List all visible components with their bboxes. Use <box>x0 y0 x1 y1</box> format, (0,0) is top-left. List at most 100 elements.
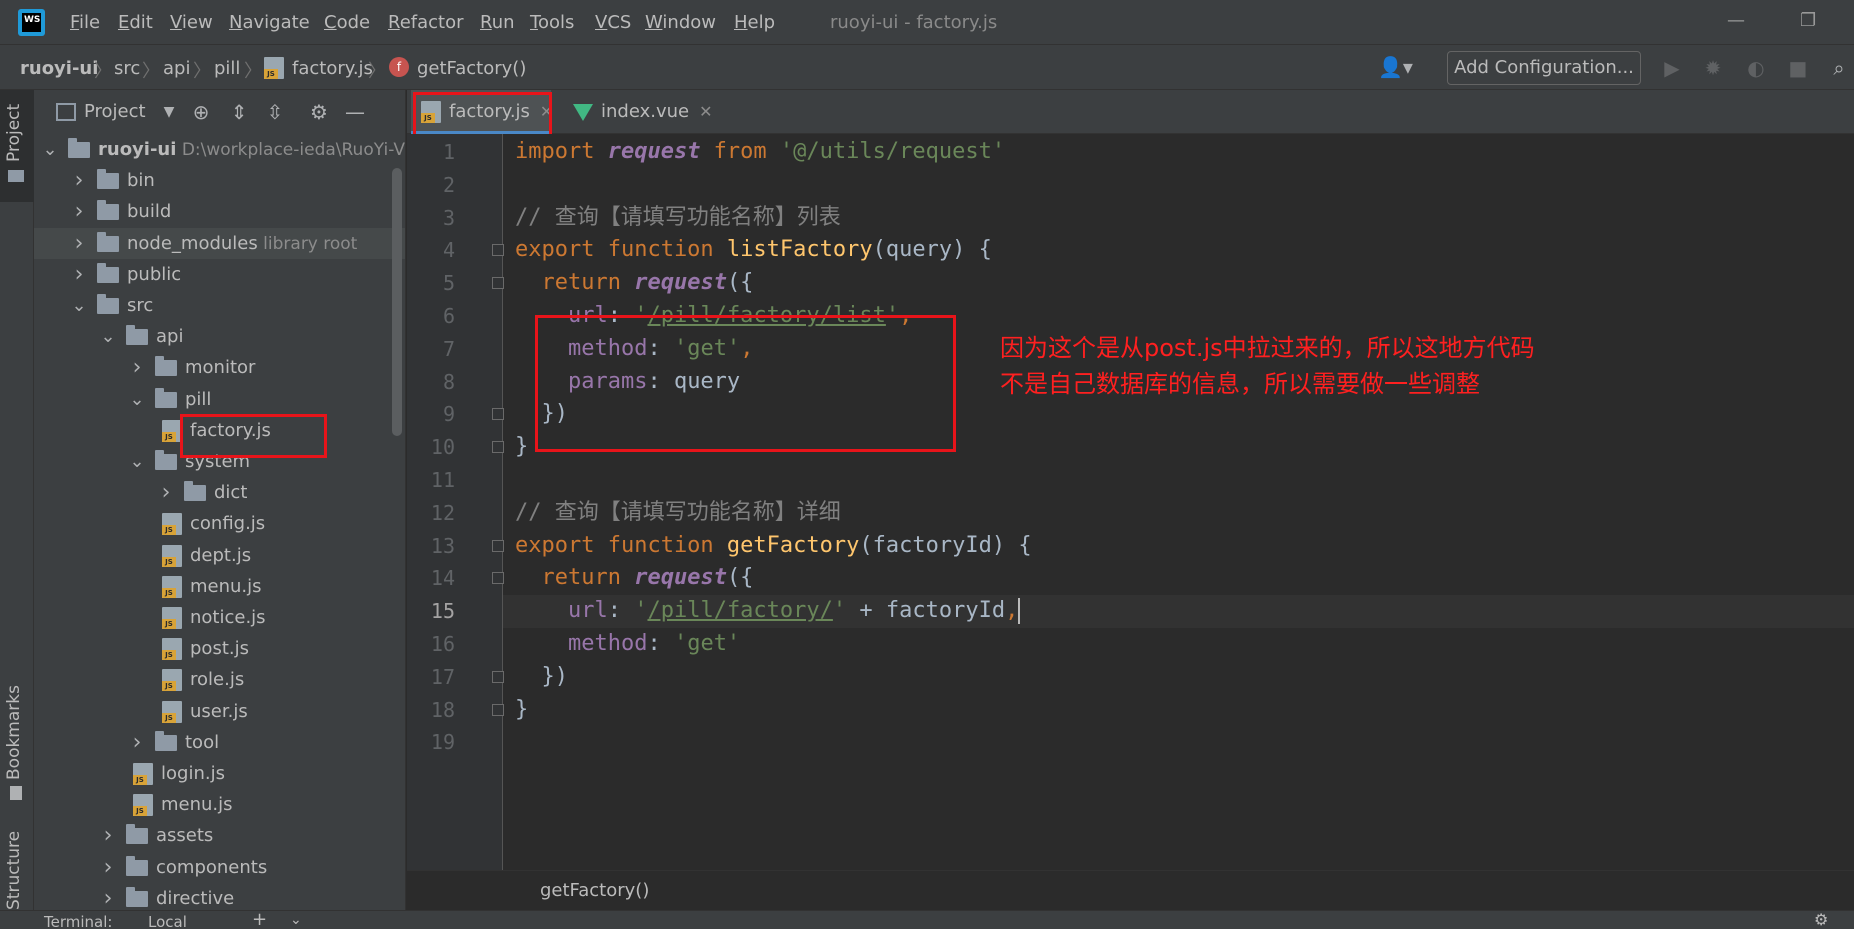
collapse-all-icon[interactable]: ⇳ <box>262 99 288 125</box>
search-everywhere-icon[interactable]: ⌕ <box>1828 57 1850 79</box>
tree-item[interactable]: ⌄ ruoyi-ui D:\workplace-ieda\RuoYi-Vu <box>34 134 405 165</box>
chevron-right-icon[interactable]: › <box>71 228 87 259</box>
debug-icon[interactable]: ✹ <box>1702 57 1724 79</box>
tree-item[interactable]: ⌄ pill <box>34 384 405 415</box>
tree-item[interactable]: › assets <box>34 820 405 851</box>
code-line[interactable]: // 查询【请填写功能名称】列表 <box>515 202 841 235</box>
folder-icon <box>68 138 90 158</box>
tree-item[interactable]: config.js <box>34 508 405 539</box>
menu-vcs[interactable]: VCS <box>595 12 631 33</box>
chevron-right-icon[interactable]: › <box>129 727 145 758</box>
close-icon[interactable]: ✕ <box>699 102 712 121</box>
code-line[interactable]: method: 'get' <box>515 628 740 661</box>
menu-help[interactable]: Help <box>734 12 775 33</box>
menu-refactor[interactable]: Refactor <box>388 12 464 33</box>
tree-item[interactable]: › tool <box>34 727 405 758</box>
code-line[interactable]: url: '/pill/factory/' + factoryId, <box>515 595 1021 628</box>
breadcrumb-project[interactable]: ruoyi-ui <box>20 58 98 79</box>
hide-panel-icon[interactable]: — <box>342 99 368 125</box>
tree-item[interactable]: menu.js <box>34 789 405 820</box>
coverage-icon[interactable]: ◐ <box>1745 57 1767 79</box>
chevron-down-icon[interactable]: ⌄ <box>129 446 145 477</box>
expand-all-icon[interactable]: ⇕ <box>226 99 252 125</box>
tab-index-vue[interactable]: index.vue ✕ <box>565 90 713 134</box>
chevron-down-icon[interactable]: ⌄ <box>290 911 302 929</box>
tree-item[interactable]: ⌄ src <box>34 290 405 321</box>
project-tool-button[interactable]: Project <box>4 104 24 162</box>
folder-icon <box>155 450 177 470</box>
tree-item[interactable]: › monitor <box>34 352 405 383</box>
gear-icon[interactable]: ⚙ <box>306 99 332 125</box>
user-account-icon[interactable]: 👤▾ <box>1378 55 1413 79</box>
tree-item[interactable]: post.js <box>34 633 405 664</box>
new-terminal-icon[interactable]: + <box>252 911 267 929</box>
add-configuration-button[interactable]: Add Configuration... <box>1447 51 1641 85</box>
gear-icon[interactable]: ⚙ <box>1814 911 1828 929</box>
menu-run[interactable]: Run <box>480 12 515 33</box>
chevron-right-icon[interactable]: › <box>158 477 174 508</box>
chevron-down-icon[interactable]: ⌄ <box>71 290 87 321</box>
tree-item[interactable]: user.js <box>34 696 405 727</box>
chevron-down-icon[interactable]: ▼ <box>156 99 182 125</box>
breadcrumb-api[interactable]: api <box>163 58 190 79</box>
tree-item[interactable]: ⌄ api <box>34 321 405 352</box>
code-line[interactable]: export function getFactory(factoryId) { <box>515 530 1032 563</box>
breadcrumb-function-name[interactable]: getFactory() <box>540 880 649 901</box>
tree-item-label: api <box>156 326 184 348</box>
scrollbar-thumb[interactable] <box>392 168 402 436</box>
tree-item[interactable]: notice.js <box>34 602 405 633</box>
tree-item[interactable]: › components <box>34 852 405 883</box>
tree-item[interactable]: role.js <box>34 664 405 695</box>
chevron-right-icon[interactable]: › <box>71 196 87 227</box>
menu-navigate[interactable]: Navigate <box>229 12 310 33</box>
run-icon[interactable]: ▶ <box>1661 57 1683 79</box>
chevron-right-icon[interactable]: › <box>129 352 145 383</box>
tree-item[interactable]: › bin <box>34 165 405 196</box>
menu-window[interactable]: Window <box>645 12 716 33</box>
terminal-tab-local[interactable]: Local <box>148 914 187 929</box>
tree-item[interactable]: › build <box>34 196 405 227</box>
menu-edit[interactable]: Edit <box>118 12 153 33</box>
minimize-icon[interactable]: — <box>1727 10 1745 31</box>
restore-icon[interactable]: ❐ <box>1800 10 1816 31</box>
locate-file-icon[interactable]: ⊕ <box>188 99 214 125</box>
chevron-right-icon[interactable]: › <box>100 883 116 910</box>
breadcrumb-function[interactable]: getFactory() <box>417 58 526 79</box>
chevron-right-icon[interactable]: › <box>100 852 116 883</box>
stop-icon[interactable]: ■ <box>1787 57 1809 79</box>
code-editor[interactable]: 1 2 3 4 5 6 7 8 9 10 11 12 13 14 15 16 17 18 19 import req… <box>407 134 1854 870</box>
tree-item[interactable]: › directive <box>34 883 405 910</box>
project-view-title[interactable]: Project <box>84 101 146 122</box>
chevron-down-icon[interactable]: ⌄ <box>42 134 58 165</box>
bookmarks-tool-button[interactable]: Bookmarks <box>4 685 24 780</box>
menu-code[interactable]: Code <box>324 12 370 33</box>
menu-view[interactable]: View <box>170 12 213 33</box>
tree-item[interactable]: › node_modules library root <box>34 227 405 259</box>
breadcrumb-src[interactable]: src <box>114 58 140 79</box>
tree-item[interactable]: menu.js <box>34 571 405 602</box>
tree-item[interactable]: › dict <box>34 477 405 508</box>
code-line[interactable]: }) <box>515 661 568 694</box>
code-area[interactable]: import request from '@/utils/request' // … <box>407 134 1854 870</box>
code-line[interactable]: } <box>515 694 528 727</box>
code-line[interactable]: } <box>515 431 528 464</box>
chevron-down-icon[interactable]: ⌄ <box>129 384 145 415</box>
menu-tools[interactable]: Tools <box>530 12 574 33</box>
code-line[interactable]: export function listFactory(query) { <box>515 234 992 267</box>
menu-file[interactable]: File <box>70 12 100 33</box>
tree-item[interactable]: › public <box>34 259 405 290</box>
chevron-right-icon[interactable]: › <box>71 259 87 290</box>
chevron-right-icon[interactable]: › <box>100 820 116 851</box>
chevron-down-icon[interactable]: ⌄ <box>100 321 116 352</box>
tree-item[interactable]: login.js <box>34 758 405 789</box>
code-line[interactable]: return request({ <box>515 267 753 300</box>
tree-item[interactable]: dept.js <box>34 540 405 571</box>
terminal-label[interactable]: Terminal: <box>44 914 112 929</box>
code-line[interactable]: import request from '@/utils/request' <box>515 136 1005 169</box>
breadcrumb-file[interactable]: factory.js <box>292 58 373 79</box>
code-line[interactable]: return request({ <box>515 562 753 595</box>
structure-tool-button[interactable]: Structure <box>4 831 24 910</box>
code-line[interactable]: // 查询【请填写功能名称】详细 <box>515 497 841 530</box>
breadcrumb-pill[interactable]: pill <box>214 58 240 79</box>
chevron-right-icon[interactable]: › <box>71 165 87 196</box>
